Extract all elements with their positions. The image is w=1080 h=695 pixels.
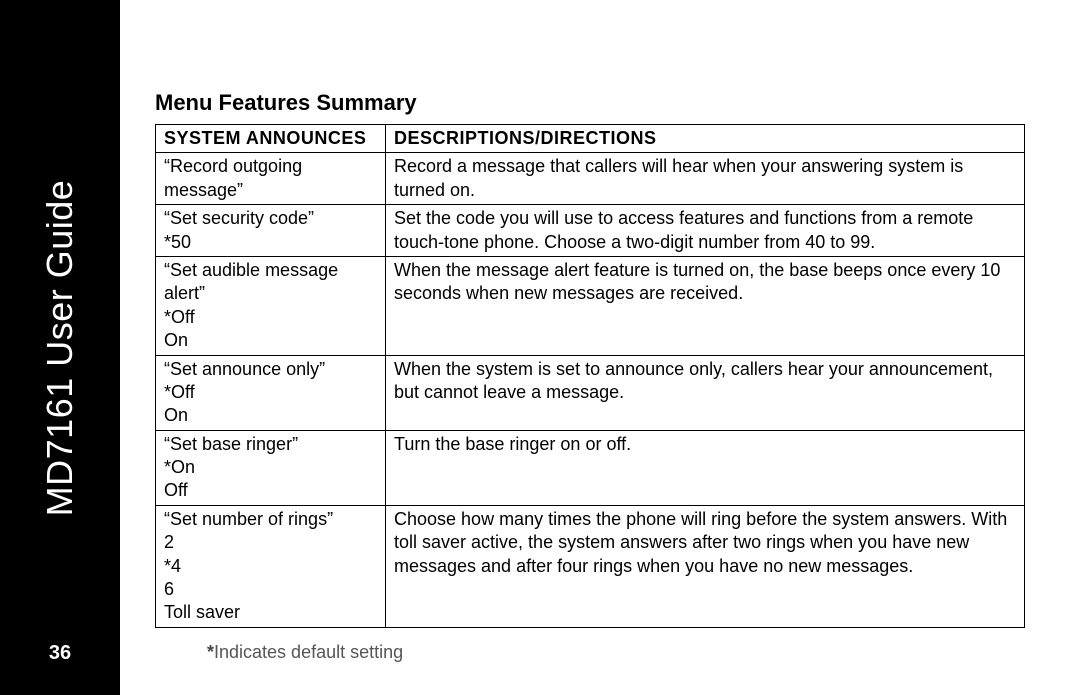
page-number: 36 xyxy=(49,642,71,665)
table-cell: “Record outgoing message” xyxy=(156,153,386,205)
table-cell: Set the code you will use to access feat… xyxy=(386,205,1025,257)
table-header-col1: SYSTEM ANNOUNCES xyxy=(156,125,386,153)
menu-features-table: SYSTEM ANNOUNCES DESCRIPTIONS/DIRECTIONS… xyxy=(155,124,1025,628)
table-row: “Set number of rings” 2 *4 6 Toll saver … xyxy=(156,505,1025,627)
footnote-text: Indicates default setting xyxy=(214,642,403,662)
table-header-col2: DESCRIPTIONS/DIRECTIONS xyxy=(386,125,1025,153)
table-row: “Set audible message alert” *Off On When… xyxy=(156,256,1025,355)
table-cell: Turn the base ringer on or off. xyxy=(386,430,1025,505)
table-cell: “Set base ringer” *On Off xyxy=(156,430,386,505)
table-row: “Set announce only” *Off On When the sys… xyxy=(156,355,1025,430)
document-title: MD7161 User Guide xyxy=(39,179,81,516)
table-row: “Set security code” *50 Set the code you… xyxy=(156,205,1025,257)
table-cell: Record a message that callers will hear … xyxy=(386,153,1025,205)
table-row: “Set base ringer” *On Off Turn the base … xyxy=(156,430,1025,505)
table-cell: “Set number of rings” 2 *4 6 Toll saver xyxy=(156,505,386,627)
table-cell: When the message alert feature is turned… xyxy=(386,256,1025,355)
sidebar: MD7161 User Guide 36 xyxy=(0,0,120,695)
table-cell: “Set security code” *50 xyxy=(156,205,386,257)
table-row: “Record outgoing message” Record a messa… xyxy=(156,153,1025,205)
section-heading: Menu Features Summary xyxy=(155,90,1025,116)
footnote: *Indicates default setting xyxy=(155,642,1025,663)
footnote-asterisk: * xyxy=(207,642,214,662)
table-cell: “Set audible message alert” *Off On xyxy=(156,256,386,355)
table-header-row: SYSTEM ANNOUNCES DESCRIPTIONS/DIRECTIONS xyxy=(156,125,1025,153)
table-cell: When the system is set to announce only,… xyxy=(386,355,1025,430)
table-cell: Choose how many times the phone will rin… xyxy=(386,505,1025,627)
table-cell: “Set announce only” *Off On xyxy=(156,355,386,430)
page-content: Menu Features Summary SYSTEM ANNOUNCES D… xyxy=(120,0,1080,695)
